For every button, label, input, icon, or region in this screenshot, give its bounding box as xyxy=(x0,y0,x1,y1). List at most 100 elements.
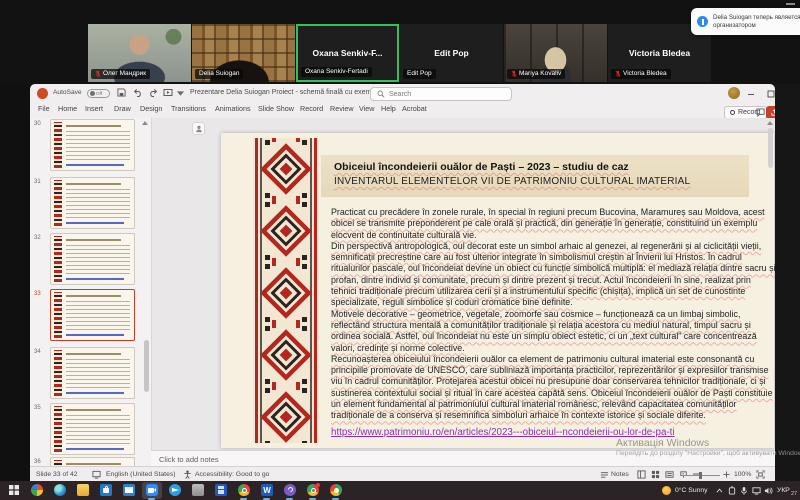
running-indicator xyxy=(148,498,155,500)
weather-sun-icon[interactable] xyxy=(662,486,671,495)
tab-slide-show[interactable]: Slide Show xyxy=(258,104,294,113)
file-explorer-icon[interactable] xyxy=(77,484,89,496)
tab-design[interactable]: Design xyxy=(140,104,162,113)
autosave-toggle[interactable]: Off xyxy=(87,89,110,98)
word-icon[interactable]: W xyxy=(261,484,273,496)
normal-view-icon[interactable] xyxy=(637,470,646,479)
edge-icon[interactable] xyxy=(54,484,66,496)
slide-thumbnail-32[interactable] xyxy=(50,233,135,285)
participant-name-badge: Oxana Senkiv-Fertadi xyxy=(301,67,372,77)
save-icon[interactable] xyxy=(117,88,126,97)
presence-indicator[interactable] xyxy=(192,122,205,135)
minimize-button[interactable] xyxy=(746,89,756,99)
slide-subtitle: INVENTARUL ELEMENTELOR VII DE PATRIMONIU… xyxy=(334,176,691,187)
tab-view[interactable]: View xyxy=(359,104,374,113)
thumbnails-scroll-up-icon[interactable] xyxy=(142,121,148,125)
telegram-icon[interactable] xyxy=(169,484,181,496)
chrome-badged-icon[interactable] xyxy=(307,483,320,496)
slide-body-textbox[interactable]: Practicat cu precădere în zonele rurale,… xyxy=(331,207,775,422)
toggle-knob xyxy=(90,91,95,96)
accessibility-icon[interactable] xyxy=(183,470,192,479)
tab-review[interactable]: Review xyxy=(330,104,354,113)
tab-animations[interactable]: Animations xyxy=(215,104,251,113)
start-icon[interactable] xyxy=(8,484,20,496)
canvas-scrollbar[interactable] xyxy=(768,128,773,168)
zoom-level[interactable]: 100% xyxy=(734,471,751,478)
keyboard-language[interactable]: УКР xyxy=(777,487,790,494)
slide-title: Obiceiul încondeierii ouălor de Paști – … xyxy=(334,161,629,173)
thumb-number: 30 xyxy=(34,121,41,127)
thumb-number: 36 xyxy=(34,459,41,465)
qat-caret-icon[interactable] xyxy=(177,91,184,96)
search-input[interactable]: Search xyxy=(370,87,512,101)
display-settings-icon[interactable] xyxy=(92,470,101,479)
thumbnails-scrollbar[interactable] xyxy=(144,340,149,392)
tab-acrobat[interactable]: Acrobat xyxy=(402,104,427,113)
slide-title-box[interactable]: Obiceiul încondeierii ouălor de Paști – … xyxy=(321,155,749,197)
reading-view-icon[interactable] xyxy=(665,470,674,479)
browser-icon[interactable] xyxy=(330,484,342,496)
slide-thumbnail-31[interactable] xyxy=(50,177,135,229)
canvas-scroll-up-icon[interactable] xyxy=(767,121,773,125)
search-icon xyxy=(377,90,385,98)
tab-transitions[interactable]: Transitions xyxy=(171,104,206,113)
running-indicator xyxy=(240,498,247,500)
redo-icon[interactable] xyxy=(148,88,158,98)
tray-chevron-icon[interactable] xyxy=(716,488,723,493)
fit-to-window-icon[interactable] xyxy=(756,470,765,479)
microphone-icon[interactable] xyxy=(740,486,748,495)
account-avatar[interactable] xyxy=(728,87,740,99)
language-indicator[interactable]: English (United States) xyxy=(106,471,176,478)
slide-thumbnail-34[interactable] xyxy=(50,347,135,399)
start-slideshow-icon[interactable] xyxy=(163,88,173,98)
volume-icon[interactable] xyxy=(764,486,773,495)
mail-icon[interactable] xyxy=(123,484,135,496)
tab-draw[interactable]: Draw xyxy=(114,104,131,113)
zoom-video-strip: Олег Мандрик Delia Suiogan Oxana Senkiv-… xyxy=(0,0,800,84)
tab-insert[interactable]: Insert xyxy=(85,104,103,113)
widgets-icon[interactable] xyxy=(31,484,43,496)
zoom-slider-thumb[interactable] xyxy=(699,472,702,479)
windows-taskbar: W 0°C Sunny УКР 27 xyxy=(0,481,800,500)
tab-home[interactable]: Home xyxy=(58,104,77,113)
zoom-in-icon[interactable] xyxy=(723,471,730,478)
slide-paragraph: Din perspectivă antropologică, oul decor… xyxy=(331,240,775,308)
participant-name-badge: Delia Suiogan xyxy=(195,69,244,79)
autosave-label: AutoSave xyxy=(53,89,82,96)
powerpoint-app-icon xyxy=(37,88,48,99)
zoom-minimize-icon[interactable] xyxy=(786,3,795,5)
tab-file[interactable]: File xyxy=(38,104,50,113)
ppt-titlebar: AutoSave Off Prezentare Delia Suiogan Pr… xyxy=(30,84,775,104)
accessibility-status[interactable]: Accessibility: Good to go xyxy=(195,471,269,478)
slide-thumbnail-30[interactable] xyxy=(50,119,135,171)
slide-thumbnail-33-current[interactable] xyxy=(50,289,135,341)
participant-tile-delia[interactable]: Delia Suiogan xyxy=(192,24,295,82)
network-display-icon[interactable] xyxy=(752,486,761,495)
clock[interactable]: 27 xyxy=(791,491,797,497)
weather-status[interactable]: 0°C Sunny xyxy=(675,487,708,494)
slide-33[interactable]: Obiceiul încondeierii ouălor de Paști – … xyxy=(221,133,775,448)
participant-tile-edit[interactable]: Edit Pop Edit Pop xyxy=(400,24,503,82)
viber-icon[interactable] xyxy=(284,484,296,496)
slide-paragraph: Motivele decorative – geometrice, vegeta… xyxy=(331,308,757,353)
slide-thumbnail-35[interactable] xyxy=(50,403,135,455)
comments-icon[interactable] xyxy=(756,108,765,117)
undo-icon[interactable] xyxy=(133,88,143,98)
slide-sorter-icon[interactable] xyxy=(651,470,660,479)
participant-tile-oleg[interactable]: Олег Мандрик xyxy=(88,24,191,82)
maximize-button[interactable] xyxy=(766,89,775,99)
battery-icon[interactable] xyxy=(728,486,736,495)
slide-thumbnail-36[interactable] xyxy=(50,457,135,466)
notes-toggle[interactable]: Notes xyxy=(611,471,629,478)
zoom-app-icon[interactable] xyxy=(146,484,158,496)
floppy-icon[interactable] xyxy=(215,484,227,496)
recycle-bin-icon[interactable] xyxy=(192,484,204,496)
notes-toggle-icon[interactable] xyxy=(600,470,609,479)
host-change-notification[interactable]: Delia Suiogan теперь является организато… xyxy=(691,8,800,35)
document-title: Prezentare Delia Suiogan Proiect - schem… xyxy=(190,89,387,96)
tab-help[interactable]: Help xyxy=(381,104,396,113)
participant-tile-mariya[interactable]: Mariya Kovaliv xyxy=(504,24,607,82)
participant-tile-oxana[interactable]: Oxana Senkiv-F... Oxana Senkiv-Fertadi xyxy=(296,24,399,82)
tab-record[interactable]: Record xyxy=(300,104,323,113)
chrome-icon[interactable] xyxy=(238,484,250,496)
